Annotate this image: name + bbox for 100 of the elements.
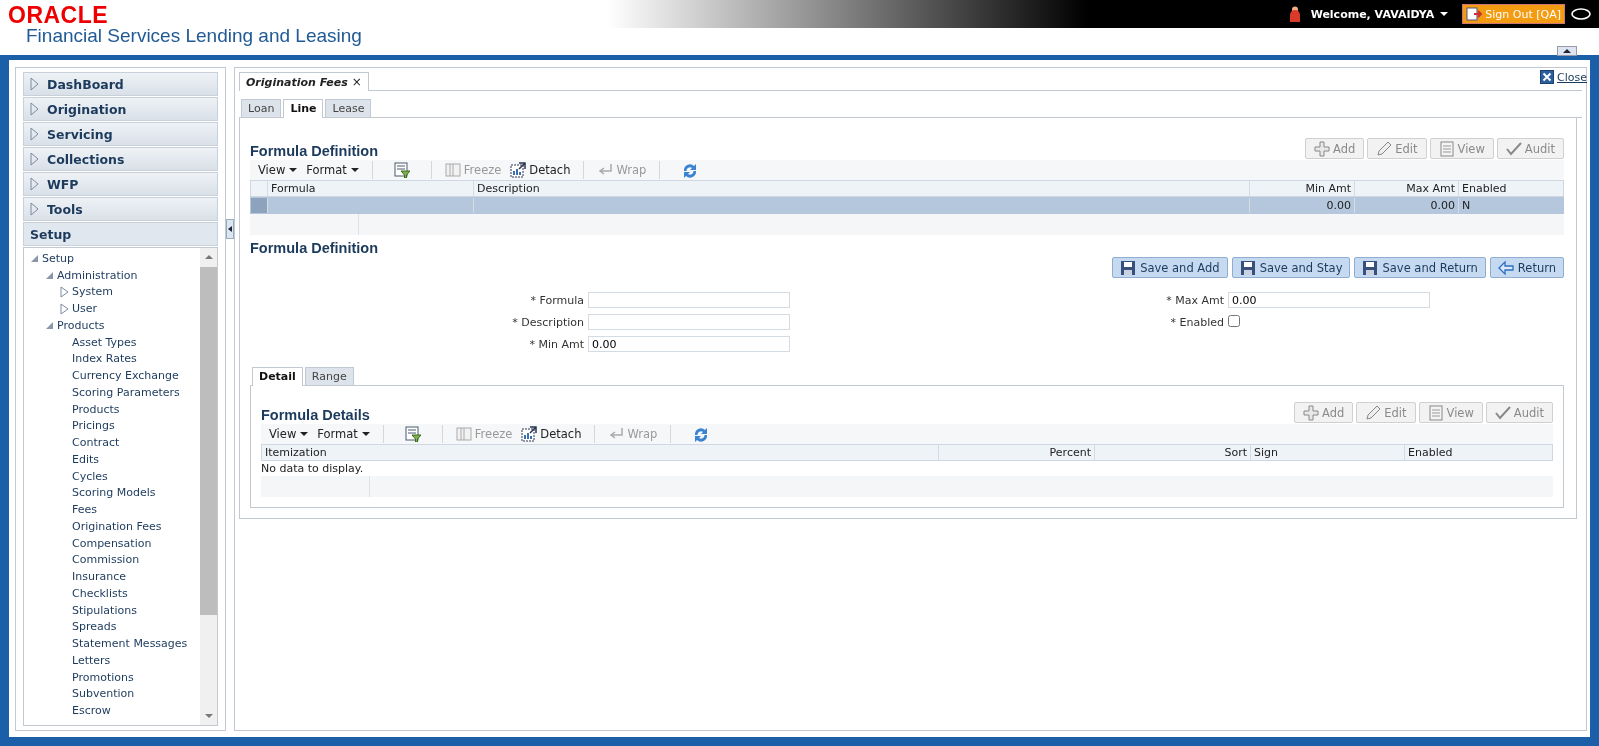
tree-item[interactable]: Products (72, 402, 120, 416)
splitter-handle-icon[interactable] (226, 219, 234, 239)
tree-item[interactable]: Index Rates (72, 352, 137, 366)
accordion-header[interactable]: Collections (23, 147, 218, 171)
oval-icon (1571, 8, 1591, 20)
tree-item[interactable]: Cycles (72, 469, 108, 483)
enabled-checkbox[interactable] (1228, 314, 1240, 327)
filter-icon[interactable] (404, 426, 421, 442)
toolbar-menu[interactable]: View (258, 163, 298, 177)
tree-item[interactable]: Currency Exchange (72, 369, 179, 383)
tab[interactable]: Line (283, 99, 324, 118)
tree-item[interactable]: Commission (72, 553, 140, 567)
input-field[interactable] (588, 314, 790, 330)
toolbar-menu[interactable]: Format (317, 427, 370, 441)
tab[interactable]: Lease (325, 99, 372, 117)
accordion-header[interactable]: WFP (23, 172, 218, 196)
empty-message: No data to display. (261, 461, 1553, 476)
collapse-icon[interactable] (1557, 46, 1577, 56)
tree-item[interactable]: Products (57, 318, 105, 332)
save-button[interactable]: Save and Stay (1231, 257, 1351, 278)
filter-icon[interactable] (393, 162, 410, 178)
toolbar-menu[interactable]: Format (306, 163, 359, 177)
return-button[interactable]: Return (1489, 257, 1564, 278)
tree-item[interactable]: Promotions (72, 670, 134, 684)
detach-button[interactable]: Detach (510, 162, 571, 178)
tree-item[interactable]: Edits (72, 452, 100, 466)
refresh-icon[interactable] (681, 162, 698, 178)
expand-icon (30, 177, 39, 191)
column-header[interactable]: Percent (938, 445, 1094, 460)
toolbar-menu[interactable]: View (269, 427, 309, 441)
tree-item[interactable]: Setup (42, 251, 75, 265)
scrollbar[interactable] (200, 248, 217, 725)
tree-item[interactable]: Stipulations (72, 603, 137, 617)
table-cell: N (1458, 198, 1563, 213)
column-header[interactable]: Formula (267, 181, 473, 196)
close-link[interactable]: Close (1540, 70, 1587, 84)
column-header[interactable]: Enabled (1458, 181, 1563, 196)
tree-item[interactable]: Subvention (72, 687, 135, 701)
save-button[interactable]: Save and Return (1354, 257, 1486, 278)
field-label: * Min Amt (528, 337, 585, 351)
tree-item[interactable]: Fees (72, 503, 97, 517)
field-label: * Formula (529, 293, 585, 307)
plus-icon (1303, 404, 1319, 421)
column-header[interactable]: Description (473, 181, 1249, 196)
collapsed-icon[interactable] (60, 302, 69, 315)
input-field[interactable]: 0.00 (588, 336, 790, 352)
tree-item[interactable]: Escrow (72, 704, 111, 718)
detach-button[interactable]: Detach (521, 426, 582, 442)
tab[interactable]: Loan (241, 99, 282, 117)
close-tab-icon[interactable]: × (351, 75, 362, 89)
refresh-icon[interactable] (692, 426, 709, 442)
scroll-up-icon[interactable] (203, 253, 214, 261)
accordion-header[interactable]: Setup (23, 222, 218, 246)
column-header[interactable]: Min Amt (1249, 181, 1354, 196)
column-header[interactable]: Max Amt (1354, 181, 1458, 196)
document-tab[interactable]: Origination Fees × (239, 72, 369, 91)
table-cell: 0.00 (1249, 198, 1354, 213)
expanded-icon[interactable] (45, 270, 54, 280)
accordion-header[interactable]: DashBoard (23, 72, 218, 96)
tree-item[interactable]: Administration (57, 268, 138, 282)
user-menu[interactable]: Welcome, VAVAIDYA (1310, 7, 1435, 21)
collapsed-icon[interactable] (60, 285, 69, 298)
input-field[interactable]: 0.00 (1228, 292, 1430, 308)
column-header[interactable]: Itemization (262, 445, 938, 460)
tab[interactable]: Detail (252, 367, 303, 386)
scroll-down-icon[interactable] (203, 712, 214, 720)
section-title: Formula Details (261, 407, 370, 423)
tree-item[interactable]: Origination Fees (72, 519, 162, 533)
left-arrow-icon (1497, 259, 1514, 276)
tree-item[interactable]: Spreads (72, 620, 117, 634)
tree-item[interactable]: System (72, 285, 114, 299)
tree-item[interactable]: Statement Messages (72, 637, 188, 651)
accordion-header[interactable]: Tools (23, 197, 218, 221)
input-field[interactable] (588, 292, 790, 308)
tree-item[interactable]: Letters (72, 653, 111, 667)
tree-item[interactable]: Insurance (72, 570, 126, 584)
accordion-header[interactable]: Origination (23, 97, 218, 121)
caret-icon (289, 168, 298, 172)
tree-item[interactable]: Asset Types (72, 335, 137, 349)
column-header[interactable]: Sign (1250, 445, 1404, 460)
tree-item[interactable]: Contract (72, 436, 120, 450)
table-row[interactable]: 0.00 0.00 N (250, 197, 1564, 214)
caret-icon (300, 432, 309, 436)
caret-icon[interactable] (1440, 12, 1449, 16)
save-button[interactable]: Save and Add (1112, 257, 1228, 278)
tree-item[interactable]: Pricings (72, 419, 115, 433)
tree-item[interactable]: Scoring Parameters (72, 385, 180, 399)
tree-item[interactable]: Scoring Models (72, 486, 156, 500)
column-header[interactable]: Enabled (1404, 445, 1552, 460)
tree-item[interactable]: Checklists (72, 586, 128, 600)
expanded-icon[interactable] (45, 320, 54, 330)
scrollbar-thumb[interactable] (200, 267, 217, 615)
column-header[interactable]: Sort (1094, 445, 1250, 460)
field-label: * Max Amt (1165, 293, 1225, 307)
tree-item[interactable]: Compensation (72, 536, 152, 550)
expanded-icon[interactable] (30, 253, 39, 263)
tab[interactable]: Range (304, 367, 354, 385)
accordion-header[interactable]: Servicing (23, 122, 218, 146)
wrap-icon (608, 426, 625, 442)
tree-item[interactable]: User (72, 302, 98, 316)
